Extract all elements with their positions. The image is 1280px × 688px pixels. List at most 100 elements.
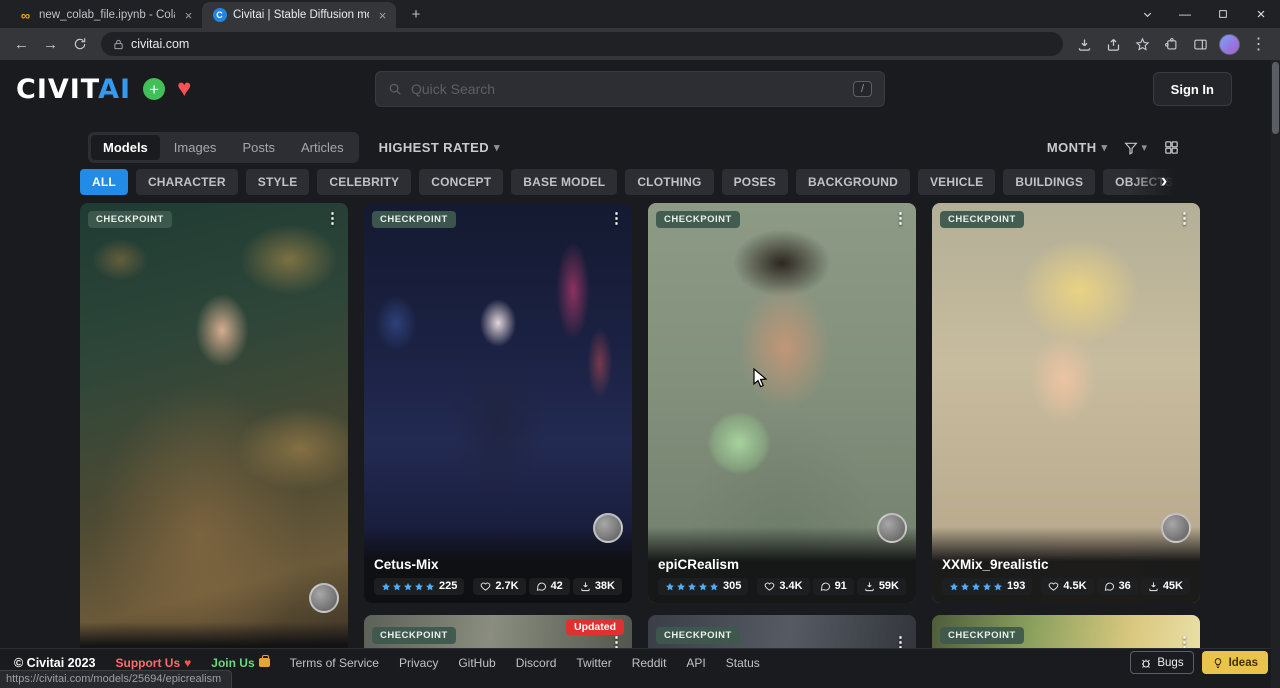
sort-dropdown[interactable]: HIGHEST RATED▾ [379,140,500,155]
period-dropdown[interactable]: MONTH▾ [1047,140,1108,155]
card-stats: 305 3.4K 91 59K [658,578,906,595]
tab-models[interactable]: Models [91,135,160,160]
twitter-link[interactable]: Twitter [576,656,611,670]
tab-posts[interactable]: Posts [230,135,287,160]
civitai-favicon-icon: C [212,8,227,23]
github-link[interactable]: GitHub [458,656,495,670]
model-type-badge: CHECKPOINT [656,211,740,228]
tab-close-icon[interactable]: × [375,8,390,23]
civitai-logo[interactable]: CIVITAI [16,76,131,103]
creator-avatar[interactable] [877,513,907,543]
creator-avatar[interactable] [1161,513,1191,543]
chip-background[interactable]: BACKGROUND [796,169,910,195]
bugs-button[interactable]: Bugs [1130,651,1193,674]
forward-button[interactable]: → [37,31,64,58]
privacy-link[interactable]: Privacy [399,656,438,670]
card-menu-icon[interactable]: ⋮ [609,209,624,227]
chip-celebrity[interactable]: CELEBRITY [317,169,411,195]
model-card-dreamshaper[interactable]: CHECKPOINT ⋮ DreamShaper [80,203,348,675]
tab-close-icon[interactable]: × [181,8,196,23]
new-tab-button[interactable]: + [404,2,428,26]
model-type-badge: CHECKPOINT [940,211,1024,228]
card-menu-icon[interactable]: ⋮ [325,209,340,227]
rating-count: 305 [723,581,741,592]
card-info: XXMix_9realistic 193 [932,527,1200,603]
chip-style[interactable]: STYLE [246,169,310,195]
terms-link[interactable]: Terms of Service [290,656,379,670]
engagement-stats: 3.4K 91 59K [757,578,906,595]
card-stats: 193 4.5K 36 45K [942,578,1190,595]
heart-icon [480,581,491,592]
creator-avatar[interactable] [309,583,339,613]
profile-avatar[interactable] [1216,31,1243,58]
download-page-icon[interactable] [1071,31,1098,58]
browser-menu-icon[interactable]: ⋮ [1245,31,1272,58]
footer-actions: Bugs Ideas [1130,651,1268,674]
star-icon [993,582,1003,592]
download-icon [1148,581,1159,592]
card-info: epiCRealism 305 [648,527,916,603]
tab-articles[interactable]: Articles [289,135,356,160]
star-icon [425,582,435,592]
model-title: epiCRealism [658,557,906,572]
search-input[interactable] [411,81,844,97]
browser-tab-colab[interactable]: ∞ new_colab_file.ipynb - Colaborat × [8,2,202,28]
creator-avatar[interactable] [593,513,623,543]
chip-base-model[interactable]: BASE MODEL [511,169,617,195]
quick-search-bar[interactable]: / [375,71,885,107]
back-button[interactable]: ← [8,31,35,58]
chip-poses[interactable]: POSES [722,169,788,195]
page-scrollbar[interactable] [1271,60,1280,688]
create-plus-button[interactable]: + [143,78,165,100]
bookmark-star-icon[interactable] [1129,31,1156,58]
browser-tab-civitai[interactable]: C Civitai | Stable Diffusion models, × [202,2,396,28]
model-card-epicrealism[interactable]: CHECKPOINT ⋮ epiCRealism [648,203,916,603]
chips-scroll-next-button[interactable]: › [1152,170,1176,194]
api-link[interactable]: API [686,656,705,670]
chip-clothing[interactable]: CLOTHING [625,169,713,195]
card-menu-icon[interactable]: ⋮ [1177,209,1192,227]
scrollbar-thumb[interactable] [1272,62,1279,134]
likes-badge: 4.5K [1041,578,1093,595]
reload-button[interactable] [66,31,93,58]
model-card-xxmix-9realistic[interactable]: CHECKPOINT ⋮ XXMix_9realistic [932,203,1200,603]
status-link[interactable]: Status [726,656,760,670]
filters-button[interactable]: ▾ [1123,140,1147,156]
copyright-text: © Civitai 2023 [14,656,95,670]
ideas-button[interactable]: Ideas [1202,651,1268,674]
side-panel-icon[interactable] [1187,31,1214,58]
tab-images[interactable]: Images [162,135,229,160]
share-icon[interactable] [1100,31,1127,58]
model-thumbnail [80,203,348,675]
likes-badge: 3.4K [757,578,809,595]
join-us-link[interactable]: Join Us [211,656,269,670]
extensions-puzzle-icon[interactable] [1158,31,1185,58]
updated-badge: Updated [566,619,624,635]
grid-column: CHECKPOINT ⋮ Cetus-Mix [364,203,632,688]
chip-character[interactable]: CHARACTER [136,169,238,195]
chip-concept[interactable]: CONCEPT [419,169,503,195]
reddit-link[interactable]: Reddit [632,656,667,670]
tab-search-chevron-icon[interactable] [1128,0,1166,28]
rating-count: 225 [439,581,457,592]
support-heart-icon[interactable]: ♥ [177,77,191,101]
model-card-cetus-mix[interactable]: CHECKPOINT ⋮ Cetus-Mix [364,203,632,603]
chevron-down-icon: ▾ [1102,141,1108,154]
discord-link[interactable]: Discord [516,656,557,670]
chip-buildings[interactable]: BUILDINGS [1003,169,1095,195]
support-us-link[interactable]: Support Us♥ [115,656,191,670]
sign-in-button[interactable]: Sign In [1153,72,1232,106]
window-close-button[interactable]: × [1242,0,1280,28]
window-maximize-button[interactable] [1204,0,1242,28]
briefcase-icon [259,658,270,667]
star-icon [414,582,424,592]
url-bar[interactable]: civitai.com [101,32,1063,56]
comment-icon [820,581,831,592]
chip-vehicle[interactable]: VEHICLE [918,169,995,195]
chip-all[interactable]: ALL [80,169,128,195]
layout-toggle-button[interactable] [1163,139,1180,156]
model-title: Cetus-Mix [374,557,622,572]
card-menu-icon[interactable]: ⋮ [893,209,908,227]
grid-controls: MONTH▾ ▾ [1047,139,1180,156]
window-minimize-button[interactable]: — [1166,0,1204,28]
